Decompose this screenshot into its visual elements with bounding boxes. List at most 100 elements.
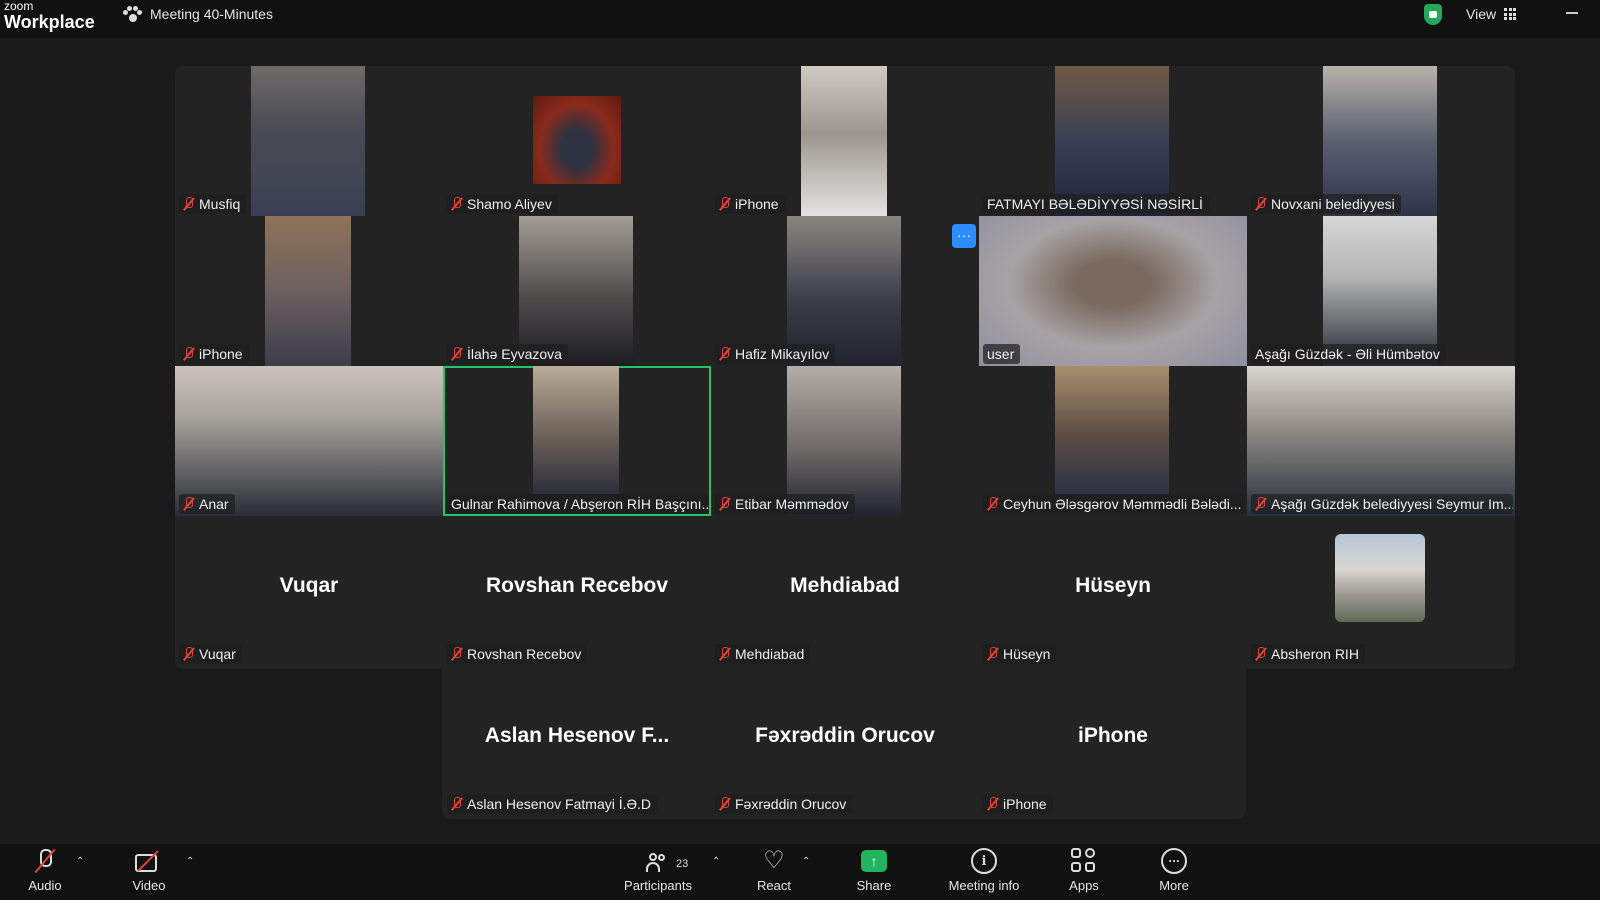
participant-tile[interactable]: Novxani belediyyesi [1247,66,1515,216]
apps-button[interactable]: Apps [1064,844,1104,900]
display-name: Rovshan Recebov [485,574,669,597]
participant-tile[interactable]: Mehdiabad Mehdiabad [711,516,979,666]
meeting-toolbar: Audio ⌃ Video ⌃ Participants 23 ⌃ ♡ Reac… [0,844,1600,900]
name-tag: Aşağı Güzdək belediyyesi Seymur Im... [1251,494,1513,514]
shield-icon[interactable] [1424,4,1442,25]
participant-name: Absheron RIH [1271,646,1359,662]
participant-name: Gulnar Rahimova / Abşeron RİH Başçını... [451,496,709,512]
more-button[interactable]: ··· More [1154,844,1194,900]
logo-small: zoom [4,0,34,13]
name-tag: user [983,344,1021,364]
participants-button[interactable]: Participants [618,844,698,900]
mic-off-icon [719,197,731,211]
participant-name: Anar [199,496,229,512]
name-tag: Rovshan Recebov [447,644,588,664]
react-caret-icon[interactable]: ⌃ [802,856,810,867]
display-name: iPhone [1077,724,1148,747]
mic-off-icon [987,797,999,811]
participant-name: Etibar Məmmədov [735,496,849,512]
share-button[interactable]: ↑ Share [852,844,896,900]
mic-off-icon [451,647,463,661]
participant-tile[interactable]: Vuqar Vuqar [175,516,443,666]
participant-tile[interactable]: iPhone [711,66,979,216]
participant-tile[interactable]: Rovshan Recebov Rovshan Recebov [443,516,711,666]
mic-off-icon [987,497,999,511]
apps-label: Apps [1069,878,1099,893]
grid-icon [1504,8,1517,20]
video-feed [533,366,619,494]
participant-tile[interactable]: iPhone [175,216,443,366]
name-tag: Etibar Məmmədov [715,494,855,514]
view-button[interactable]: View [1466,6,1517,22]
name-tag: Hüseyn [983,644,1057,664]
participant-tile[interactable]: Aşağı Güzdək - Əli Hümbətov [1247,216,1515,366]
name-tag: Fəxrəddin Orucov [715,794,853,814]
participant-tile[interactable]: Aslan Hesenov F... Aslan Hesenov Fatmayi… [443,666,711,816]
mic-off-icon [1255,647,1267,661]
more-options-button[interactable]: ··· [952,224,976,248]
name-tag: Absheron RIH [1251,644,1365,664]
apps-icon [1071,848,1097,874]
participant-name: iPhone [199,346,243,362]
video-feed [801,66,887,216]
participant-tile[interactable]: user [979,216,1247,366]
video-off-icon [135,851,163,872]
display-name: Aslan Hesenov F... [484,724,670,747]
heart-icon: ♡ [763,847,785,874]
mic-off-icon [987,647,999,661]
video-button[interactable]: Video [124,844,174,900]
name-tag: Mehdiabad [715,644,811,664]
audio-button[interactable]: Audio [20,844,70,900]
participant-tile[interactable]: Hafiz Mikayılov [711,216,979,366]
participant-tile[interactable]: Fəxrəddin Orucov Fəxrəddin Orucov [711,666,979,816]
meeting-info-button[interactable]: i Meeting info [942,844,1026,900]
participant-tile[interactable]: Aşağı Güzdək belediyyesi Seymur Im... [1247,366,1515,516]
audio-caret-icon[interactable]: ⌃ [76,856,84,867]
participant-name: Aşağı Güzdək belediyyesi Seymur Im... [1271,496,1513,512]
participant-tile[interactable]: Hüseyn Hüseyn [979,516,1247,666]
participant-name: iPhone [735,196,779,212]
mic-off-icon [1255,197,1267,211]
participant-tile[interactable]: Shamo Aliyev [443,66,711,216]
participant-name: Aşağı Güzdək - Əli Hümbətov [1255,346,1440,362]
more-icon: ··· [1161,848,1187,874]
participant-tile[interactable]: FATMAYI BƏLƏDİYYƏSİ NƏSİRLİ [979,66,1247,216]
name-tag: iPhone [179,344,249,364]
participant-tile[interactable]: Absheron RIH [1247,516,1515,666]
participant-name: İlahə Eyvazova [467,346,562,362]
participant-name: Fəxrəddin Orucov [735,796,847,812]
video-caret-icon[interactable]: ⌃ [186,856,194,867]
name-tag: Novxani belediyyesi [1251,194,1401,214]
participants-count: 23 [676,858,689,870]
minimize-icon[interactable] [1566,12,1578,14]
more-label: More [1159,878,1189,893]
mic-off-icon [451,347,463,361]
mic-off-icon [719,797,731,811]
display-name: Fəxrəddin Orucov [755,724,935,747]
name-tag: iPhone [983,794,1053,814]
title-bar: zoom Workplace Meeting 40-Minutes View [0,0,1600,38]
participant-tile[interactable]: Etibar Məmmədov [711,366,979,516]
participant-tile[interactable]: Musfiq [175,66,443,216]
meeting-title[interactable]: Meeting 40-Minutes [122,6,273,22]
mic-off-icon [451,197,463,211]
share-icon: ↑ [861,850,887,872]
participant-name: Mehdiabad [735,646,805,662]
react-button[interactable]: ♡ React [752,844,796,900]
react-label: React [757,878,791,893]
view-label: View [1466,6,1497,22]
participant-tile[interactable]: Anar [175,366,443,516]
participant-tile-active-speaker[interactable]: Gulnar Rahimova / Abşeron RİH Başçını... [443,366,711,516]
mic-off-icon [719,497,731,511]
participants-caret-icon[interactable]: ⌃ [712,856,720,867]
name-tag: Aşağı Güzdək - Əli Hümbətov [1251,344,1446,364]
participant-tile[interactable]: Ceyhun Ələsgərov Məmmədli Bələdi... [979,366,1247,516]
participant-tile[interactable]: İlahə Eyvazova [443,216,711,366]
name-tag: Gulnar Rahimova / Abşeron RİH Başçını... [447,494,709,514]
participant-tile[interactable]: iPhone iPhone [979,666,1247,816]
video-feed [265,216,351,366]
video-feed [1055,366,1169,494]
mic-off-icon [183,197,195,211]
display-name: Vuqar [279,574,339,597]
participant-name: Aslan Hesenov Fatmayi İ.Ə.D [467,796,652,812]
